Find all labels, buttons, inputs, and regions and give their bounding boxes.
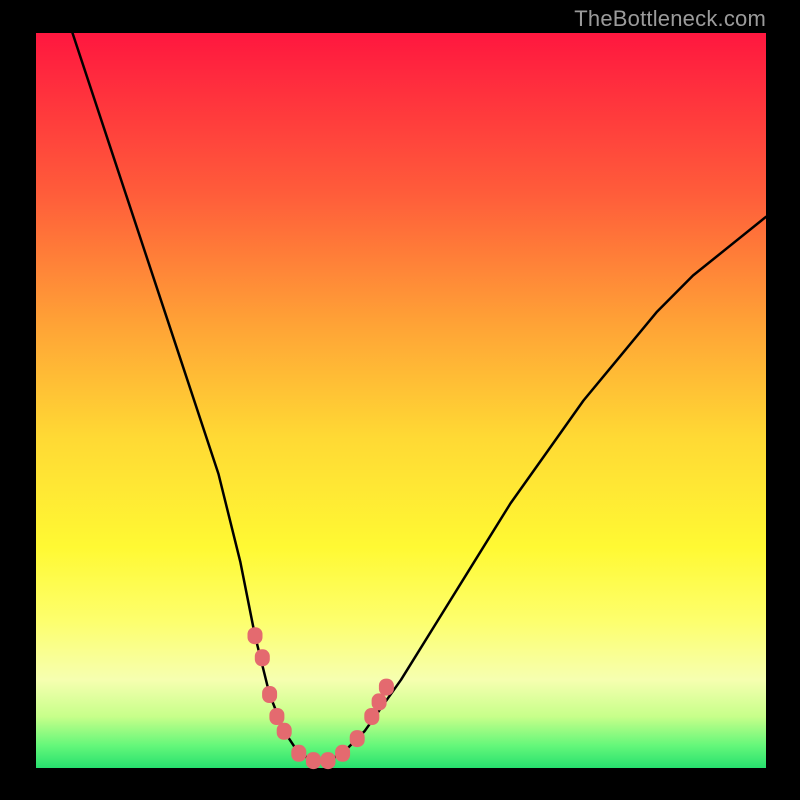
plot-area [36,33,766,768]
watermark-text: TheBottleneck.com [574,6,766,32]
chart-frame: TheBottleneck.com [0,0,800,800]
